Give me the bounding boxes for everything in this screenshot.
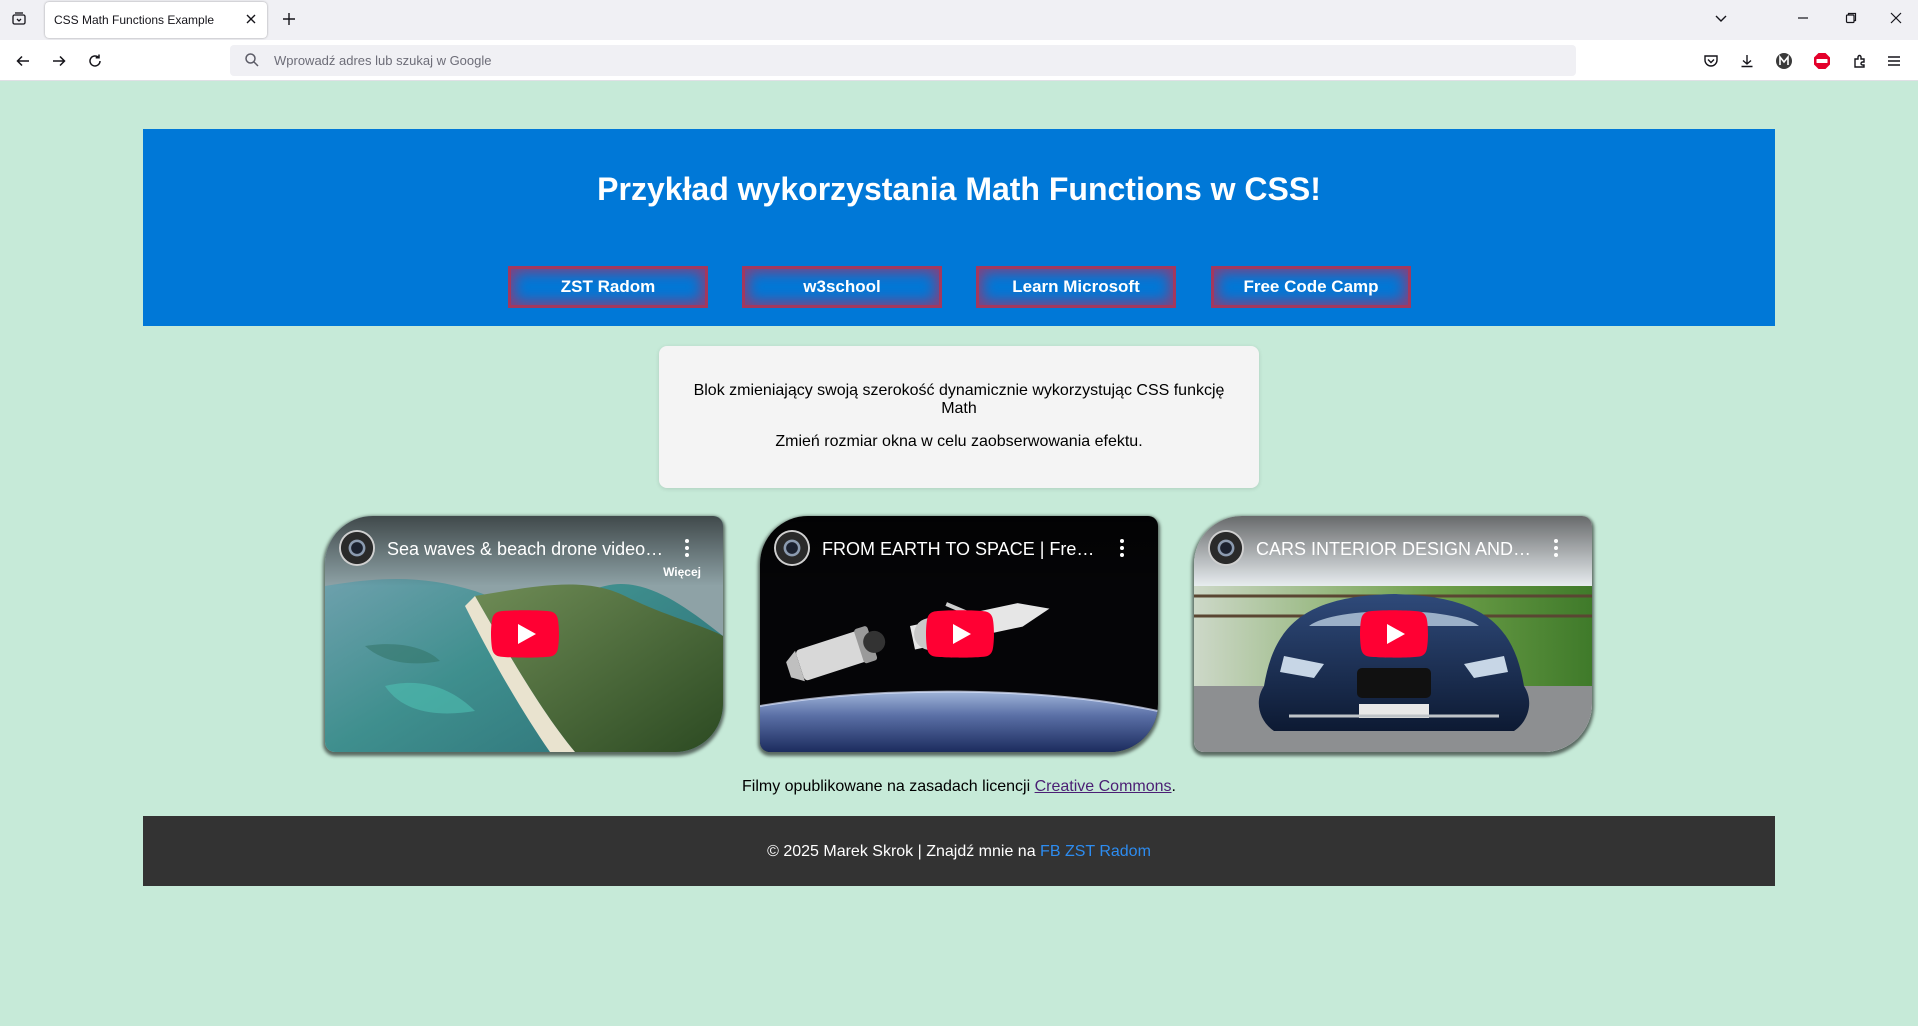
- url-input[interactable]: [274, 45, 1554, 76]
- channel-avatar[interactable]: [339, 530, 375, 566]
- copyright-text: © 2025 Marek Skrok | Znajdź mnie na: [767, 843, 1041, 860]
- link-zst-radom[interactable]: ZST Radom: [508, 266, 708, 308]
- minimize-icon[interactable]: [1790, 6, 1816, 30]
- play-icon[interactable]: [926, 610, 994, 658]
- more-vertical-icon[interactable]: [1552, 538, 1560, 558]
- forward-arrow-icon[interactable]: [47, 49, 71, 73]
- info-hint: Zmień rozmiar okna w celu zaobserwowania…: [775, 433, 1143, 450]
- nav-bar: [0, 40, 1918, 81]
- tab-active[interactable]: CSS Math Functions Example: [45, 2, 267, 38]
- channel-avatar[interactable]: [1208, 530, 1244, 566]
- channel-avatar[interactable]: [774, 530, 810, 566]
- more-vertical-icon[interactable]: [1118, 538, 1126, 558]
- play-icon[interactable]: [1360, 610, 1428, 658]
- tab-list-icon[interactable]: [8, 8, 30, 30]
- video-title[interactable]: Sea waves & beach drone video |...: [387, 539, 667, 560]
- video-title[interactable]: FROM EARTH TO SPACE | Free H...: [822, 539, 1102, 560]
- chevron-down-icon[interactable]: [1708, 6, 1734, 30]
- license-suffix: .: [1171, 778, 1176, 795]
- close-icon[interactable]: [243, 11, 259, 27]
- creative-commons-link[interactable]: Creative Commons: [1035, 778, 1172, 795]
- license-note: Filmy opublikowane na zasadach licencji …: [0, 778, 1918, 796]
- page-title: Przykład wykorzystania Math Functions w …: [597, 171, 1321, 207]
- pocket-icon[interactable]: [1699, 49, 1723, 73]
- link-free-code-camp[interactable]: Free Code Camp: [1211, 266, 1411, 308]
- restore-icon[interactable]: [1838, 6, 1864, 30]
- video-title[interactable]: CARS INTERIOR DESIGN AND S...: [1256, 539, 1536, 560]
- more-label[interactable]: Więcej: [663, 565, 701, 579]
- menu-icon[interactable]: [1882, 49, 1906, 73]
- account-icon[interactable]: [1772, 49, 1796, 73]
- page-header: Przykład wykorzystania Math Functions w …: [143, 129, 1775, 326]
- license-text: Filmy opublikowane na zasadach licencji: [742, 778, 1035, 795]
- extensions-icon[interactable]: [1848, 49, 1872, 73]
- more-vertical-icon[interactable]: [683, 538, 691, 558]
- link-w3school[interactable]: w3school: [742, 266, 942, 308]
- plus-icon[interactable]: [279, 9, 299, 29]
- download-icon[interactable]: [1735, 49, 1759, 73]
- tab-bar: CSS Math Functions Example: [0, 0, 1918, 40]
- footer-text: © 2025 Marek Skrok | Znajdź mnie na FB Z…: [143, 843, 1775, 861]
- video-player-space[interactable]: FROM EARTH TO SPACE | Free H...: [760, 516, 1158, 752]
- search-icon: [244, 52, 260, 68]
- video-player-beach[interactable]: Sea waves & beach drone video |... Więce…: [325, 516, 723, 752]
- link-learn-microsoft[interactable]: Learn Microsoft: [976, 266, 1176, 308]
- video-player-car[interactable]: CARS INTERIOR DESIGN AND S...: [1194, 516, 1592, 752]
- play-icon[interactable]: [491, 610, 559, 658]
- page-footer: © 2025 Marek Skrok | Znajdź mnie na FB Z…: [143, 816, 1775, 886]
- info-box: Blok zmieniający swoją szerokość dynamic…: [659, 346, 1259, 488]
- close-window-icon[interactable]: [1883, 6, 1909, 30]
- url-bar[interactable]: [230, 45, 1576, 76]
- tab-title: CSS Math Functions Example: [54, 13, 215, 27]
- info-text: Blok zmieniający swoją szerokość dynamic…: [693, 382, 1225, 417]
- reload-icon[interactable]: [83, 49, 107, 73]
- adblock-icon[interactable]: [1810, 49, 1834, 73]
- fb-zst-radom-link[interactable]: FB ZST Radom: [1040, 843, 1151, 860]
- back-arrow-icon[interactable]: [11, 49, 35, 73]
